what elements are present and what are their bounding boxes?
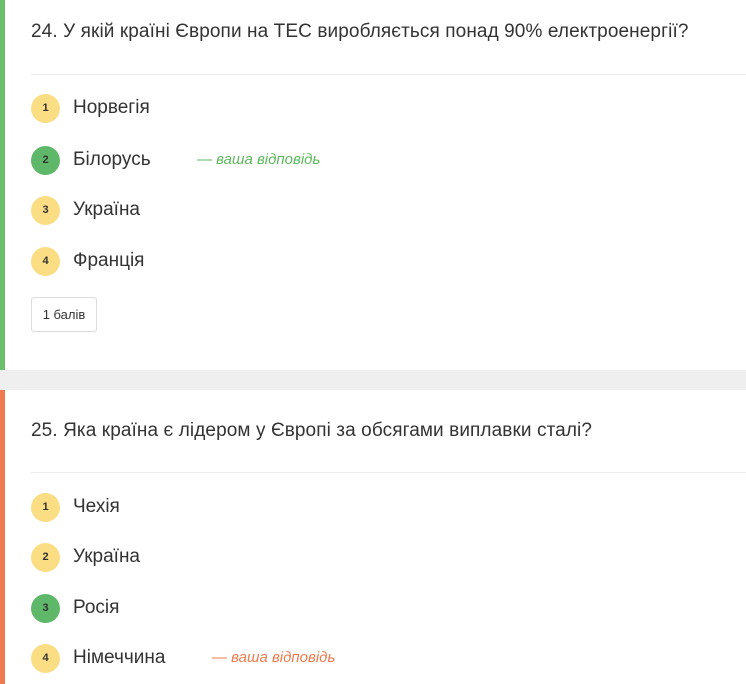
option-number-badge: 2	[31, 542, 60, 572]
question-card-25: 25. Яка країна є лідером у Європі за обс…	[0, 390, 746, 684]
option-number-badge: 1	[31, 93, 60, 123]
answer-option-2[interactable]: 2 Україна	[31, 542, 140, 572]
option-label: Норвегія	[73, 97, 150, 118]
answer-option-3[interactable]: 3 Росія	[31, 593, 119, 623]
option-label: Чехія	[73, 496, 120, 517]
answer-option-4[interactable]: 4 Німеччина	[31, 643, 165, 673]
points-badge: 1 балів	[31, 297, 97, 332]
result-status-bar	[0, 390, 5, 684]
option-label: Франція	[73, 250, 145, 271]
question-card-24: 24. У якій країні Європи на ТЕС виробляє…	[0, 0, 746, 370]
option-number-badge-correct: 3	[31, 593, 60, 623]
option-label: Україна	[73, 546, 141, 567]
question-separator	[0, 370, 746, 390]
answer-option-4[interactable]: 4 Франція	[31, 246, 144, 276]
answer-option-3[interactable]: 3 Україна	[31, 195, 140, 225]
answer-option-1[interactable]: 1 Чехія	[31, 492, 120, 522]
result-status-bar	[0, 0, 5, 370]
option-label: Україна	[73, 199, 141, 220]
question-title: 25. Яка країна є лідером у Європі за обс…	[31, 420, 593, 441]
option-number-badge-correct: 2	[31, 145, 60, 175]
divider	[31, 74, 746, 75]
option-number-badge: 1	[31, 492, 60, 522]
answer-option-1[interactable]: 1 Норвегія	[31, 93, 150, 123]
your-answer-marker: — ваша відповідь	[212, 649, 336, 666]
option-number-badge: 4	[31, 643, 60, 673]
option-number-badge: 3	[31, 195, 60, 225]
question-title: 24. У якій країні Європи на ТЕС виробляє…	[31, 21, 689, 42]
your-answer-marker: — ваша відповідь	[197, 151, 321, 168]
option-number-badge: 4	[31, 246, 60, 276]
answer-option-2[interactable]: 2 Білорусь	[31, 145, 151, 175]
option-label: Білорусь	[73, 149, 151, 170]
option-label: Росія	[73, 597, 120, 618]
divider	[31, 472, 746, 473]
option-label: Німеччина	[73, 647, 166, 668]
